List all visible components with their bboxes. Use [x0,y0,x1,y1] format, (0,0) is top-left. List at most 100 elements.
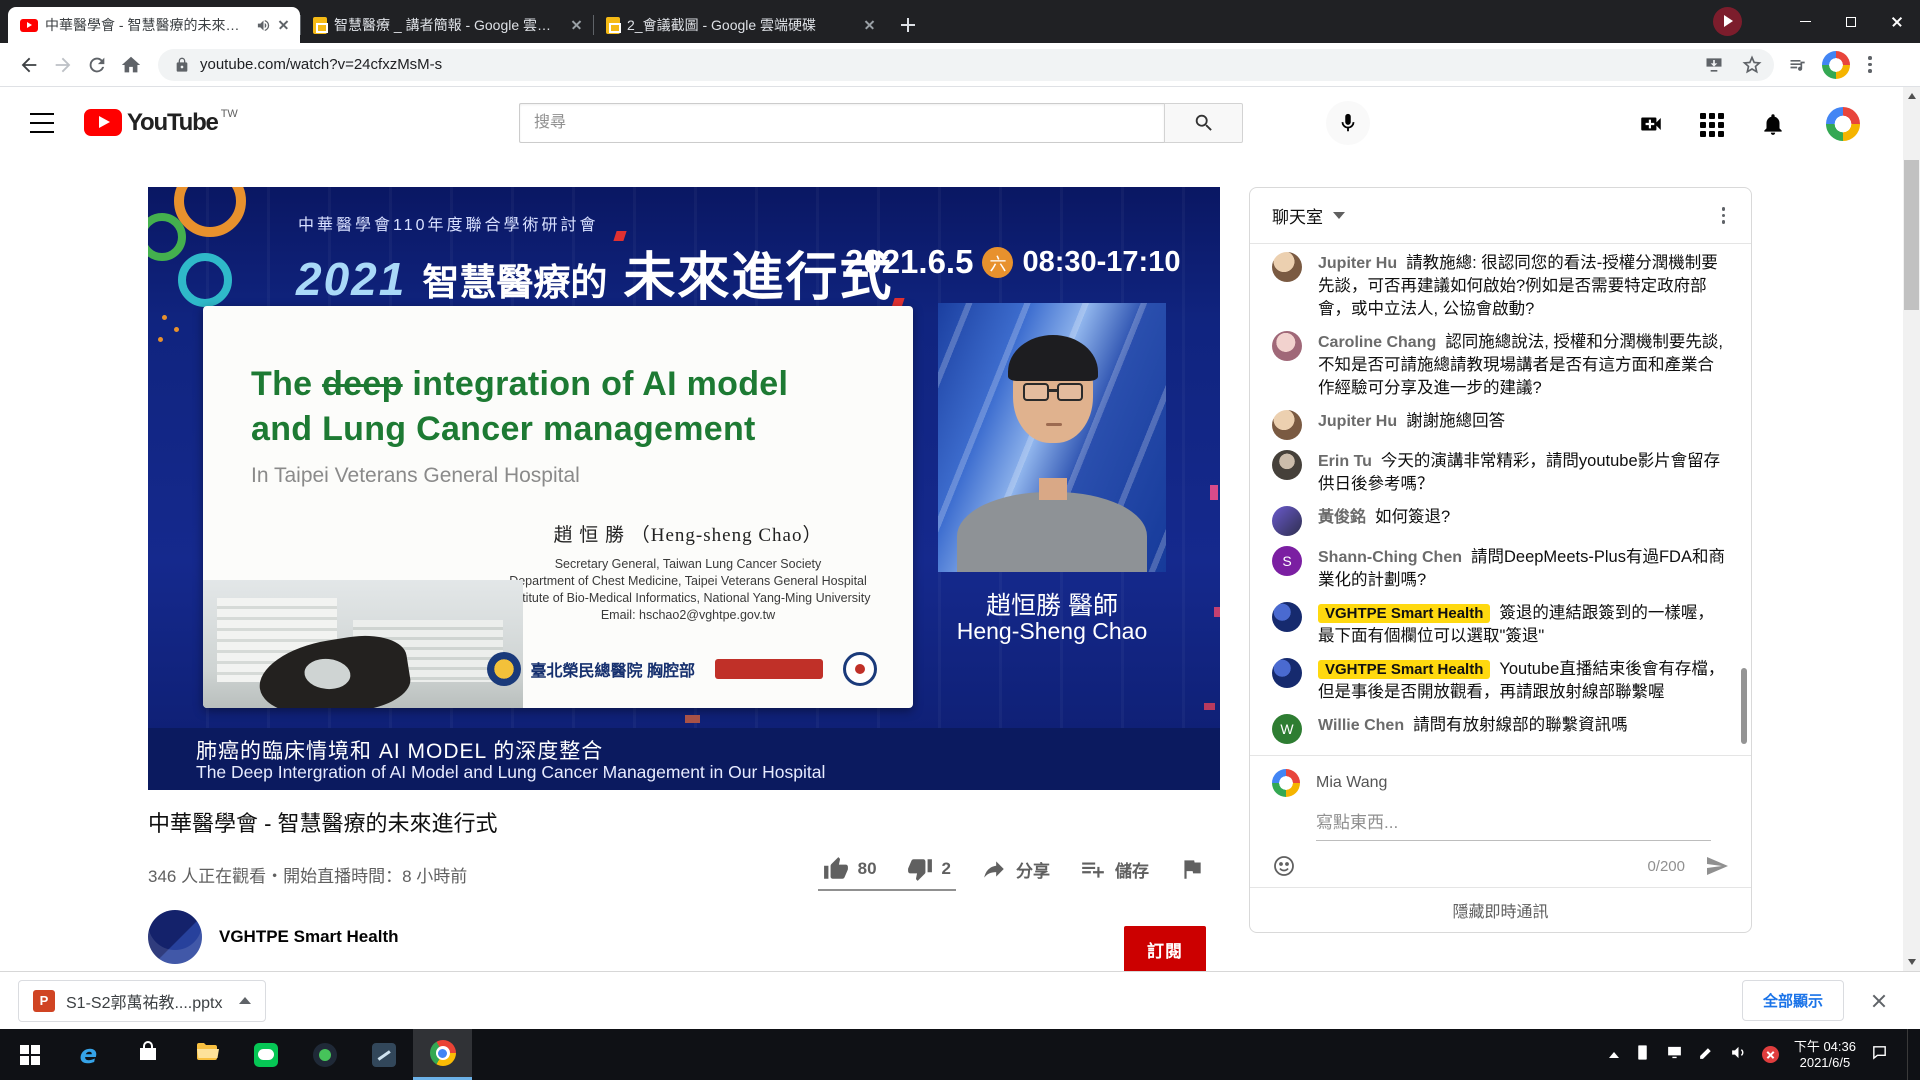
scroll-up-arrow[interactable] [1908,93,1916,99]
close-button[interactable] [1874,0,1920,43]
minimize-button[interactable] [1782,0,1828,43]
guide-menu-icon[interactable] [30,113,54,133]
tab-youtube[interactable]: 中華醫學會 - 智慧醫療的未來進行式 [8,7,300,43]
action-center-icon[interactable] [1871,1044,1888,1066]
bookmark-star-icon[interactable] [1742,55,1762,75]
url-text[interactable]: youtube.com/watch?v=24cfxzMsM-s [200,56,1686,73]
taskbar-chrome-icon[interactable] [413,1029,472,1080]
browser-profile-avatar[interactable] [1822,51,1850,79]
tray-mute-status-icon[interactable] [1762,1046,1779,1063]
download-menu-caret-icon[interactable] [239,997,251,1004]
forward-icon[interactable] [46,48,80,82]
youtube-apps-icon[interactable] [1700,113,1726,139]
chat-message[interactable]: Caroline Chang認同施總說法, 授權和分潤機制要先談, 不知是否可請… [1272,331,1729,400]
chat-message[interactable]: W Willie Chen請問有放射線部的聯繫資訊嗎 [1272,714,1729,744]
share-button[interactable]: 分享 [966,856,1065,882]
tray-expand-icon[interactable] [1609,1052,1619,1058]
show-all-downloads-button[interactable]: 全部顯示 [1742,980,1844,1021]
talk-card: The deep integration of AI model and Lun… [203,306,913,708]
taskbar-explorer-icon[interactable] [177,1029,236,1080]
address-bar[interactable]: youtube.com/watch?v=24cfxzMsM-s [158,49,1774,81]
taskbar-camera-app-icon[interactable] [295,1029,354,1080]
tab-close-icon[interactable] [275,17,292,34]
chat-message[interactable]: Erin Tu今天的演講非常精彩，請問youtube影片會留存供日後參考嗎？ [1272,450,1729,496]
tray-phone-icon[interactable] [1634,1044,1651,1066]
subscribe-button[interactable]: 訂閱 [1124,926,1206,973]
browser-tab-strip: 中華醫學會 - 智慧醫療的未來進行式 智慧醫療 _ 講者簡報 - Google … [0,0,1920,43]
chat-author-owner: VGHTPE Smart Health [1318,604,1490,623]
chat-author: Jupiter Hu [1318,255,1397,272]
video-player[interactable]: 中華醫學會110年度聯合學術研討會 2021 智慧醫療的 未來進行式 2021.… [148,187,1220,790]
emoji-icon[interactable] [1272,854,1296,878]
chat-header: 聊天室 [1250,188,1751,244]
channel-name[interactable]: VGHTPE Smart Health [219,927,399,947]
lock-icon[interactable] [174,57,190,73]
taskbar-store-icon[interactable] [118,1029,177,1080]
taskbar-line-icon[interactable] [236,1029,295,1080]
hide-chat-button[interactable]: 隱藏即時通訊 [1250,887,1751,932]
taskbar-app-icon[interactable] [354,1029,413,1080]
maximize-button[interactable] [1828,0,1874,43]
chevron-down-icon[interactable] [1333,212,1345,219]
like-button[interactable]: 80 [808,856,892,882]
video-artifact [685,715,700,723]
chat-scrollbar[interactable] [1741,668,1747,744]
tab-google-drive[interactable]: 2_會議截圖 - Google 雲端硬碟 [594,7,886,43]
scrollbar-thumb[interactable] [1904,160,1919,310]
tray-pen-icon[interactable] [1698,1044,1715,1066]
speaker-email: Email: hschao2@vghtpe.gov.tw [493,607,883,624]
browser-toolbar: youtube.com/watch?v=24cfxzMsM-s [0,43,1920,87]
tray-volume-icon[interactable] [1730,1044,1747,1066]
youtube-logo[interactable]: YouTube TW [84,109,238,136]
tray-monitor-icon[interactable] [1666,1044,1683,1066]
browser-menu-icon[interactable] [1864,52,1876,77]
tab-google-slides[interactable]: 智慧醫療 _ 講者簡報 - Google 雲端硬碟 [301,7,593,43]
page-scrollbar[interactable] [1903,87,1920,971]
speaker-info: 趙 恒 勝 （Heng-sheng Chao） Secretary Genera… [493,520,883,624]
chat-message[interactable]: S Shann-Ching Chen請問DeepMeets-Plus有過FDA和… [1272,546,1729,592]
home-icon[interactable] [114,48,148,82]
chat-message[interactable]: 黃俊銘如何簽退? [1272,506,1729,536]
notifications-bell-icon[interactable] [1760,111,1786,137]
chat-message-list[interactable]: Jupiter Hu請教施總: 很認同您的看法-授權分潤機制要先談，可否再建議如… [1250,244,1751,755]
youtube-favicon [20,19,38,32]
account-avatar[interactable] [1826,107,1860,141]
taskbar-clock[interactable]: 下午 04:36 2021/6/5 [1794,1039,1856,1071]
tab-title: 2_會議截圖 - Google 雲端硬碟 [627,15,854,35]
back-icon[interactable] [12,48,46,82]
create-video-icon[interactable] [1638,111,1664,137]
video-stats: 346 人正在觀看・開始直播時間：8 小時前 [148,856,808,887]
install-icon[interactable] [1704,55,1724,75]
search-button[interactable] [1164,103,1243,143]
report-flag-icon[interactable] [1164,856,1220,882]
youtube-masthead: YouTube TW [0,87,1920,160]
voice-search-icon[interactable] [1326,101,1370,145]
reload-icon[interactable] [80,48,114,82]
channel-avatar[interactable] [148,910,202,964]
chat-message[interactable]: Jupiter Hu請教施總: 很認同您的看法-授權分潤機制要先談，可否再建議如… [1272,252,1729,321]
download-item[interactable]: S1-S2郭萬祐教....pptx [18,980,266,1022]
scroll-down-arrow[interactable] [1908,959,1916,965]
tab-close-icon[interactable] [568,17,585,34]
search-input[interactable] [519,103,1164,143]
slide-decoration-ring [178,253,232,307]
tab-close-icon[interactable] [861,17,878,34]
chat-message[interactable]: Jupiter Hu謝謝施總回答 [1272,410,1729,440]
chat-message-input[interactable]: 寫點東西... [1316,808,1711,841]
start-button[interactable] [0,1029,59,1080]
media-badge-icon[interactable] [1713,7,1742,36]
download-bar: S1-S2郭萬祐教....pptx 全部顯示 [0,971,1920,1029]
close-download-bar-icon[interactable] [1870,992,1888,1010]
media-controls-icon[interactable] [1788,55,1808,75]
tab-audio-icon[interactable] [256,18,271,33]
chat-message[interactable]: VGHTPE Smart Health簽退的連結跟簽到的一樣喔，最下面有個欄位可… [1272,602,1729,648]
chat-user-avatar[interactable] [1272,769,1300,797]
send-icon[interactable] [1705,854,1729,878]
taskbar-edge-icon[interactable] [59,1029,118,1080]
dislike-button[interactable]: 2 [892,856,966,882]
chat-message[interactable]: VGHTPE Smart HealthYoutube直播結束後會有存檔，但是事後… [1272,658,1729,704]
chat-menu-icon[interactable] [1718,203,1730,228]
show-desktop-button[interactable] [1907,1029,1912,1080]
new-tab-button[interactable] [894,11,922,39]
save-button[interactable]: 儲存 [1065,856,1164,882]
